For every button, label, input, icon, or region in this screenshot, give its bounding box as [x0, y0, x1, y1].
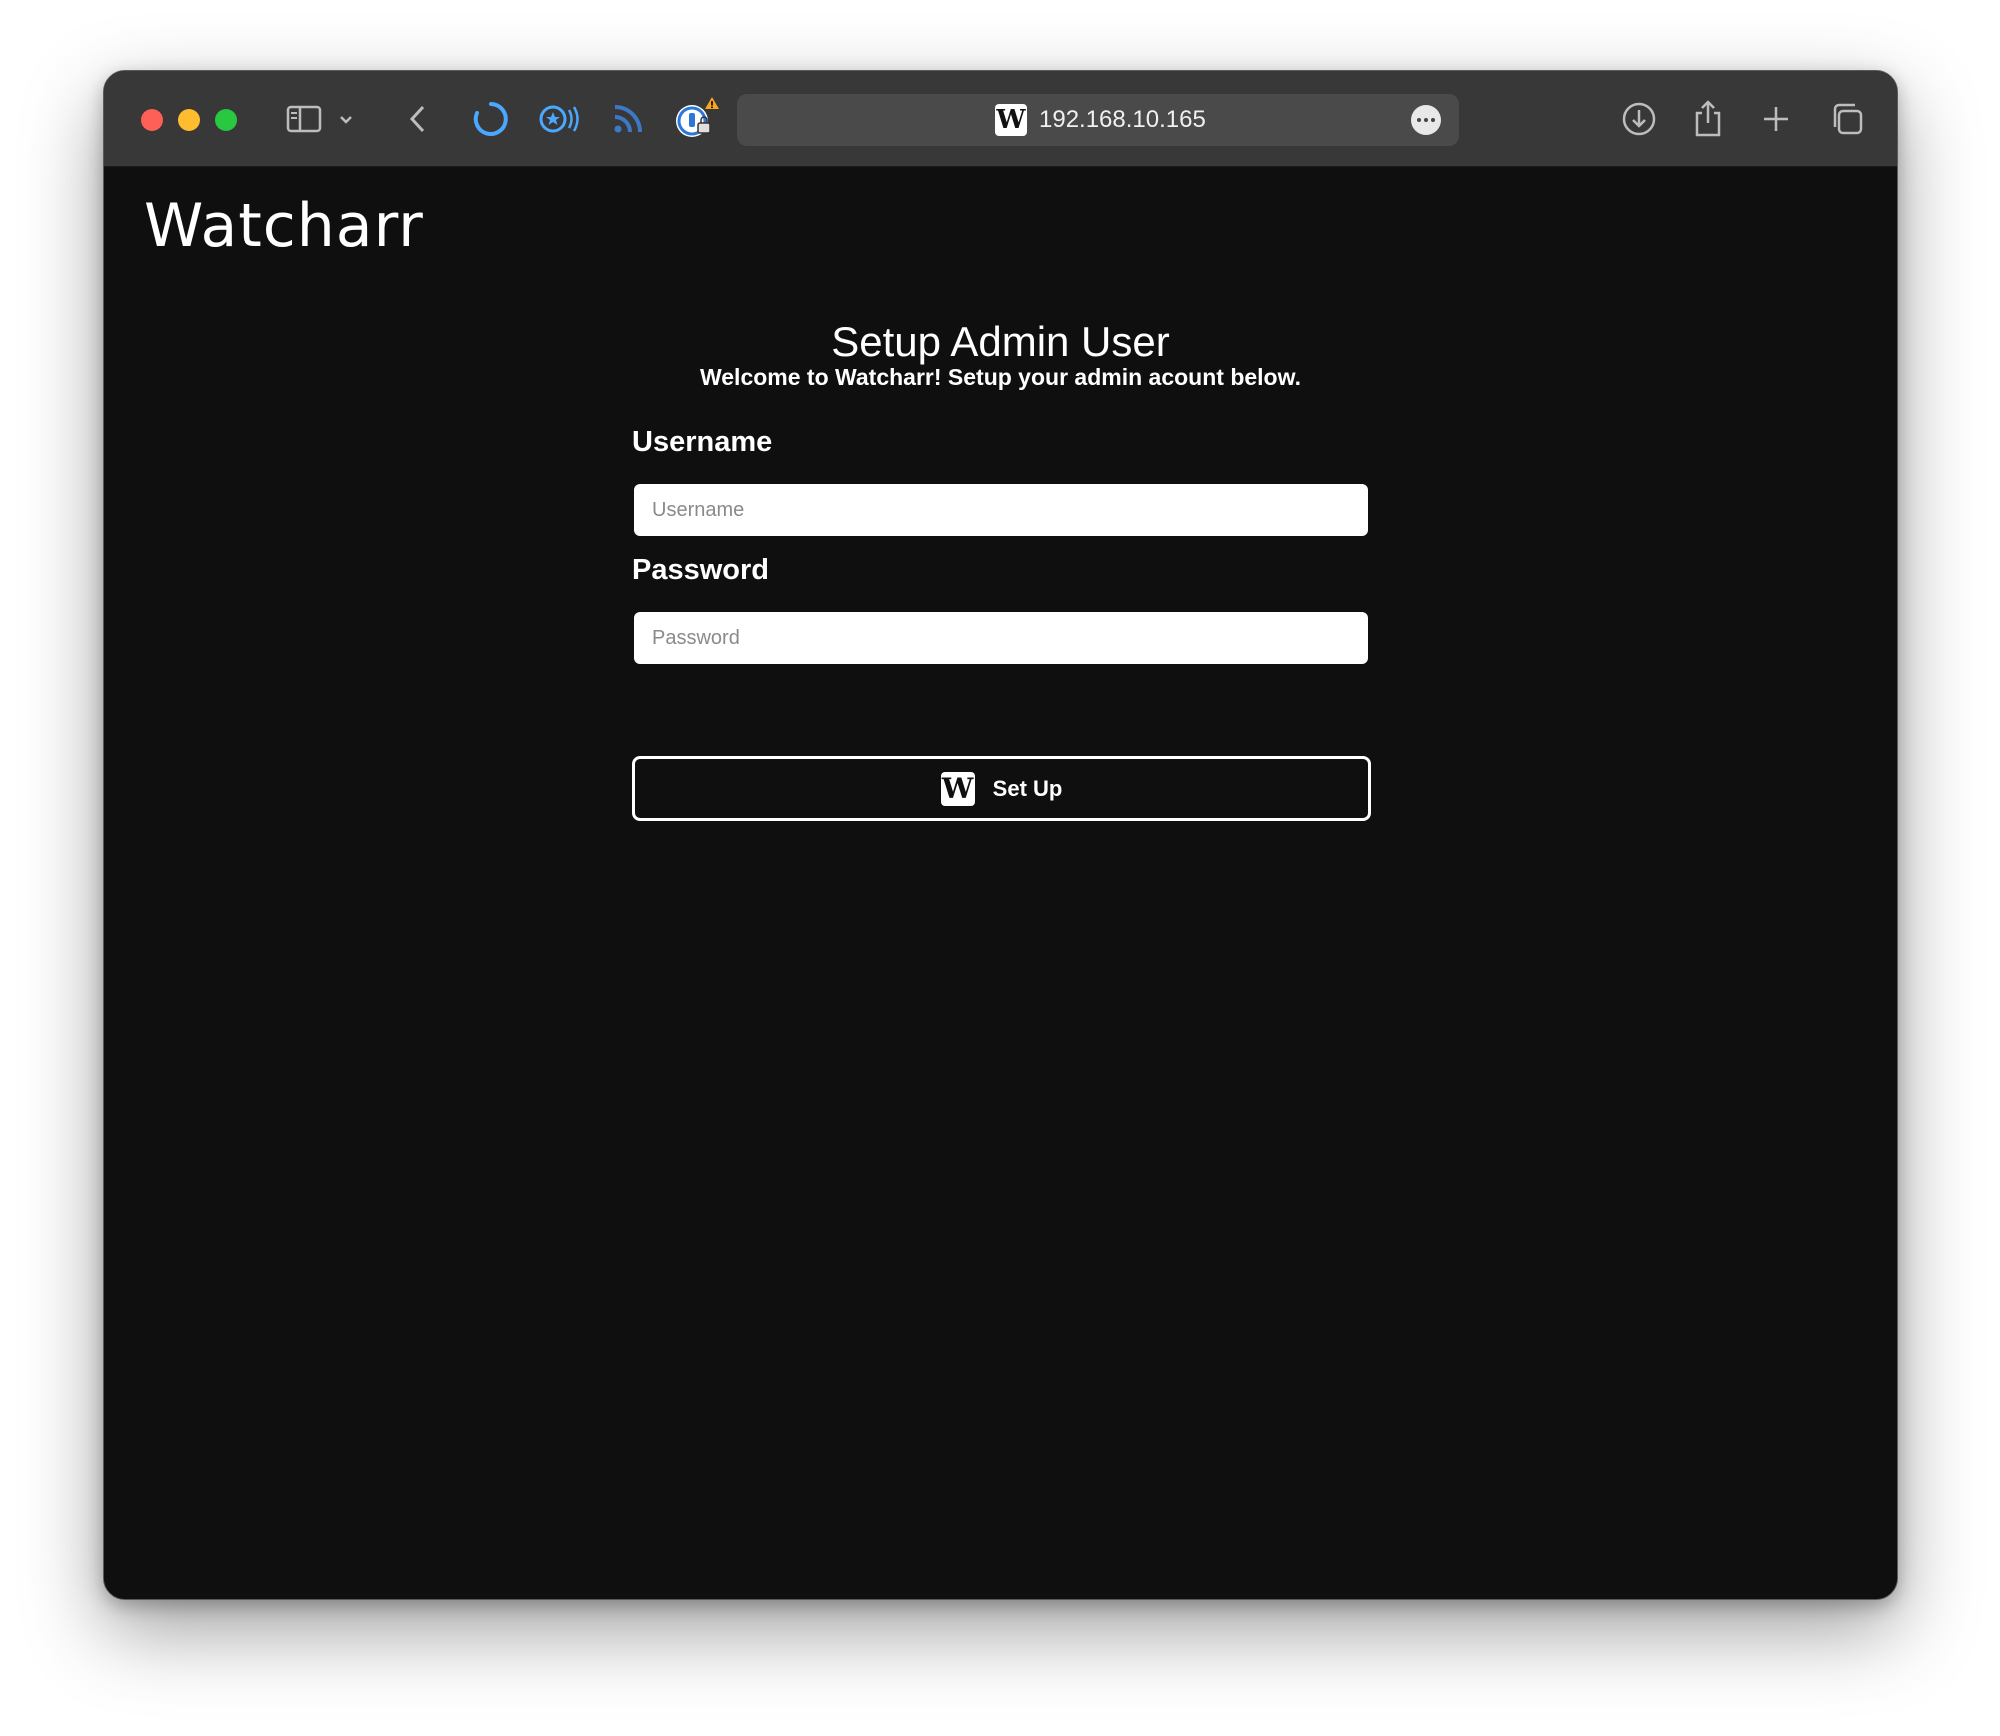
- address-bar[interactable]: W 192.168.10.165: [737, 94, 1459, 146]
- set-up-button-label: Set Up: [992, 775, 1063, 801]
- minimize-window-button[interactable]: [178, 109, 200, 131]
- extension-star-icon[interactable]: [535, 95, 583, 143]
- tab-overview-icon[interactable]: [1823, 95, 1871, 143]
- watcharr-logo-icon: W: [940, 771, 975, 806]
- page-subtitle: Welcome to Watcharr! Setup your admin ac…: [699, 364, 1302, 390]
- more-options-icon[interactable]: [1411, 105, 1441, 135]
- username-input[interactable]: [634, 484, 1368, 536]
- back-icon[interactable]: [394, 95, 442, 143]
- username-label: Username: [632, 426, 773, 458]
- rss-feed-icon[interactable]: [604, 95, 652, 143]
- close-window-button[interactable]: [141, 109, 163, 131]
- browser-toolbar: W 192.168.10.165: [104, 71, 1897, 167]
- zoom-window-button[interactable]: [215, 109, 237, 131]
- app-logo[interactable]: Watcharr: [144, 191, 424, 261]
- browser-window: W 192.168.10.165 Watcharr Setup Admin Us…: [103, 70, 1898, 1600]
- new-tab-icon[interactable]: [1752, 95, 1800, 143]
- sidebar-toggle-icon[interactable]: [280, 95, 328, 143]
- password-label: Password: [632, 554, 769, 586]
- password-manager-icon[interactable]: [672, 95, 720, 143]
- url-text[interactable]: 192.168.10.165: [1039, 94, 1206, 146]
- downloads-icon[interactable]: [1615, 95, 1663, 143]
- chevron-down-icon[interactable]: [332, 95, 360, 143]
- password-input[interactable]: [634, 612, 1368, 664]
- set-up-button[interactable]: W Set Up: [632, 756, 1371, 821]
- loading-spinner-icon: [467, 95, 515, 143]
- share-icon[interactable]: [1684, 95, 1732, 143]
- site-favicon: W: [995, 104, 1027, 136]
- page-title: Setup Admin User: [831, 318, 1170, 365]
- web-page: Watcharr Setup Admin User Welcome to Wat…: [104, 168, 1897, 1599]
